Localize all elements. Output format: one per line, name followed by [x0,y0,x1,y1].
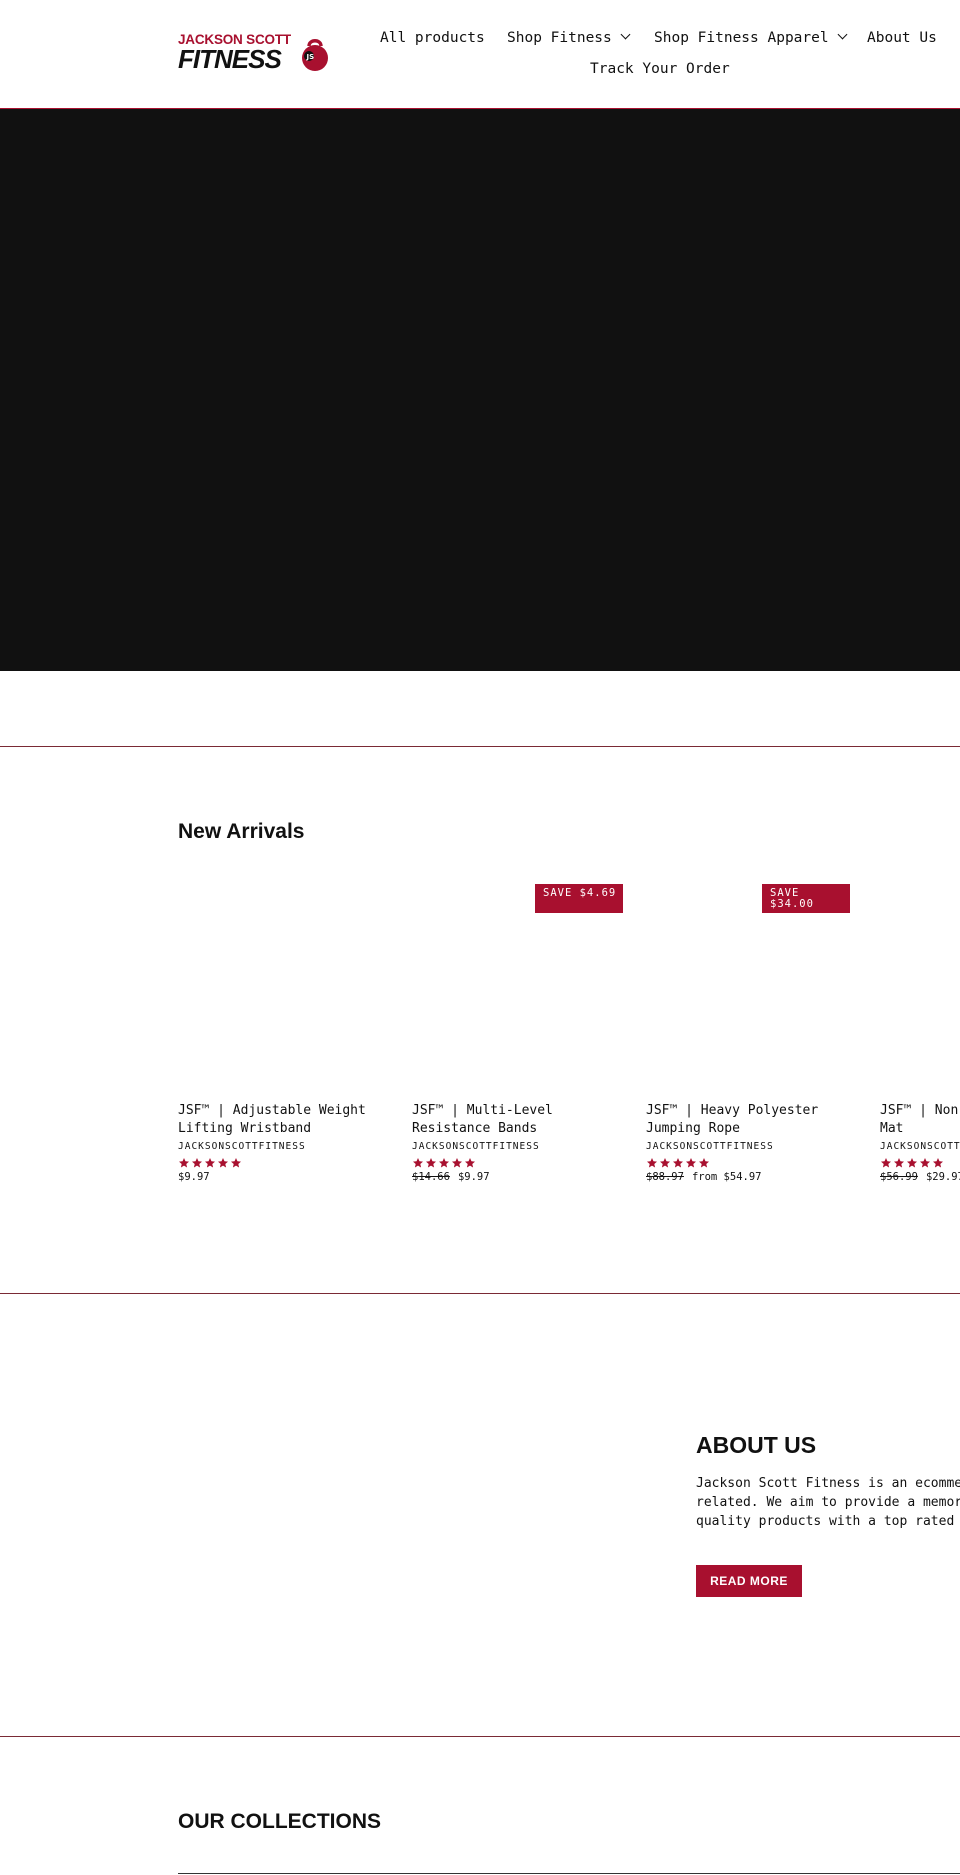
nav-shop-fitness-apparel[interactable]: Shop Fitness Apparel [654,28,848,48]
star-icon [205,1158,215,1168]
site-header: JACKSON SCOTT FITNESS JS All products Sh… [0,0,960,109]
about-line: Jackson Scott Fitness is an ecommerce [696,1476,960,1491]
star-icon [179,1158,189,1168]
nav-shop-fitness[interactable]: Shop Fitness [507,28,631,48]
star-icon [413,1158,423,1168]
section-divider [0,1736,960,1737]
star-icon [686,1158,696,1168]
product-card[interactable]: JSF™ | Non-Slip Yoga Mat JACKSONSCOTTFIT… [880,880,960,1190]
new-arrivals-title: New Arrivals [178,820,305,843]
price-current: $9.97 [178,1171,210,1183]
star-icon [894,1158,904,1168]
product-vendor: JACKSONSCOTTFITNESS [880,1141,960,1152]
about-body: Jackson Scott Fitness is an ecommerce re… [696,1474,960,1531]
price-compare: $14.66 [412,1171,450,1183]
product-price: $9.97 [178,1171,210,1183]
product-price: $14.66 $9.97 [412,1171,490,1183]
price-compare: $88.97 [646,1171,684,1183]
star-icon [452,1158,462,1168]
product-vendor: JACKSONSCOTTFITNESS [646,1141,774,1152]
kettlebell-icon: JS [302,39,328,71]
star-rating [178,1154,243,1168]
star-icon [673,1158,683,1168]
hero-banner [0,109,960,671]
chevron-down-icon [837,29,848,40]
product-card[interactable]: SAVE $34.00 JSF™ | Heavy Polyester Jumpi… [646,880,861,1190]
product-vendor: JACKSONSCOTTFITNESS [412,1141,540,1152]
price-compare: $56.99 [880,1171,918,1183]
product-title[interactable]: JSF™ | Adjustable Weight Lifting Wristba… [178,1102,383,1138]
product-title[interactable]: JSF™ | Heavy Polyester Jumping Rope [646,1102,851,1138]
brand-logo[interactable]: JACKSON SCOTT FITNESS JS [178,33,330,74]
star-icon [881,1158,891,1168]
section-divider [0,1293,960,1294]
read-more-button[interactable]: READ MORE [696,1565,802,1597]
sale-badge: SAVE $4.69 [535,884,623,913]
star-icon [192,1158,202,1168]
star-icon [426,1158,436,1168]
star-icon [647,1158,657,1168]
sale-badge: SAVE $34.00 [762,884,850,913]
chevron-down-icon [620,29,631,40]
price-current: $9.97 [457,1171,490,1183]
product-price: $56.99 $29.97 [880,1171,960,1183]
product-title[interactable]: JSF™ | Multi-Level Resistance Bands [412,1102,617,1138]
star-icon [933,1158,943,1168]
collections-title: OUR COLLECTIONS [178,1810,381,1833]
price-current: $29.97 [925,1171,960,1183]
about-title: ABOUT US [696,1432,817,1458]
product-card[interactable]: JSF™ | Adjustable Weight Lifting Wristba… [178,880,393,1190]
nav-track-order[interactable]: Track Your Order [590,59,730,79]
star-icon [660,1158,670,1168]
product-vendor: JACKSONSCOTTFITNESS [178,1141,306,1152]
star-icon [218,1158,228,1168]
star-rating [646,1154,711,1168]
price-current: from $54.97 [691,1171,762,1183]
svg-text:JS: JS [306,53,315,61]
star-rating [880,1154,945,1168]
about-line: related. We aim to provide a memorable [696,1495,960,1510]
star-icon [439,1158,449,1168]
collections-divider [178,1873,960,1874]
nav-all-products[interactable]: All products [380,28,485,48]
star-icon [465,1158,475,1168]
product-title[interactable]: JSF™ | Non-Slip Yoga Mat [880,1102,960,1138]
section-divider [0,746,960,747]
product-price: $88.97 from $54.97 [646,1171,761,1183]
star-icon [920,1158,930,1168]
star-icon [231,1158,241,1168]
product-card[interactable]: SAVE $4.69 JSF™ | Multi-Level Resistance… [412,880,627,1190]
logo-text-bottom: FITNESS [178,44,282,74]
star-icon [907,1158,917,1168]
star-icon [699,1158,709,1168]
nav-about-us[interactable]: About Us [867,28,937,48]
star-rating [412,1154,477,1168]
about-line: quality products with a top rated cu [696,1514,960,1529]
